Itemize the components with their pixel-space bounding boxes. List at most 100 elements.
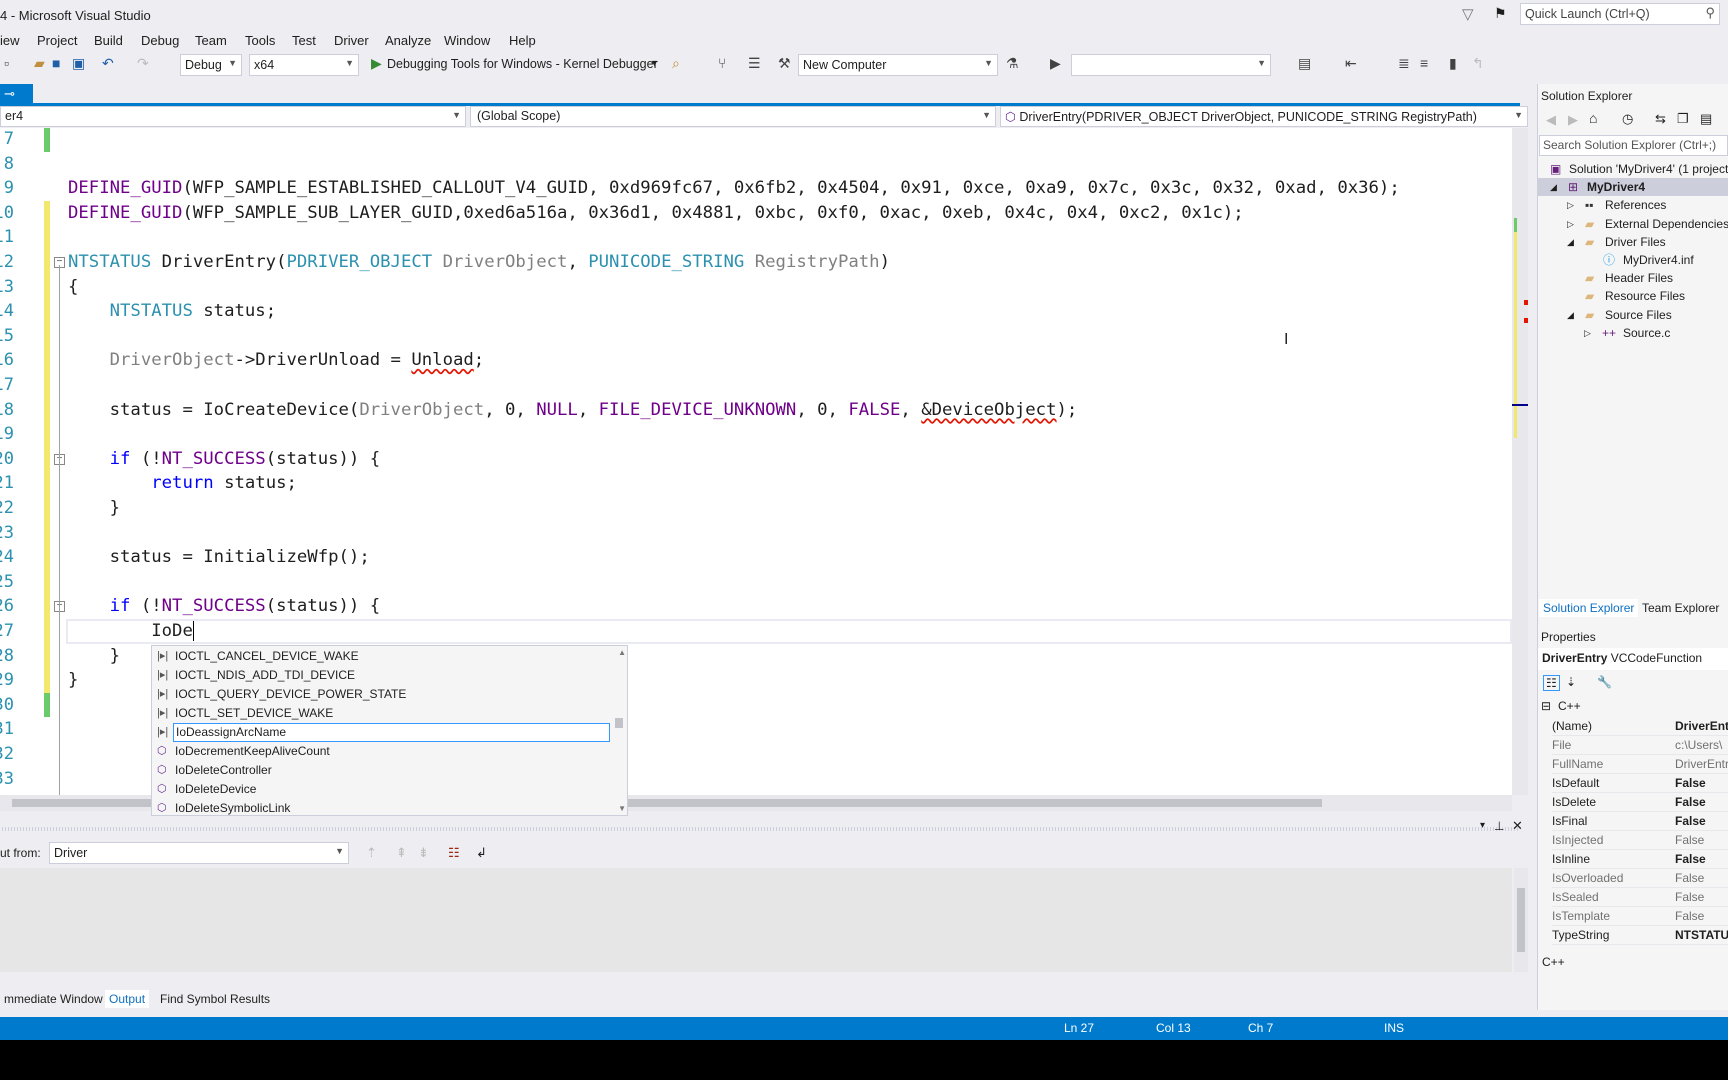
menu-item[interactable]: Team xyxy=(195,33,227,48)
new-project-icon[interactable]: ▫ xyxy=(4,55,9,71)
code-line[interactable]: IoDe xyxy=(68,619,194,644)
redo-icon[interactable]: ↷ xyxy=(137,55,149,72)
alphabetical-icon[interactable]: ⇣ xyxy=(1566,675,1576,689)
chevron-down-icon[interactable]: ▼ xyxy=(650,58,659,68)
menu-item[interactable]: Tools xyxy=(245,33,275,48)
property-row[interactable]: IsSealed False xyxy=(1552,888,1728,907)
property-row[interactable]: IsDefault False xyxy=(1552,774,1728,793)
next-message-icon[interactable]: ⇟ xyxy=(418,845,429,861)
undo-icon[interactable]: ↶ xyxy=(102,55,114,72)
menu-item[interactable]: Test xyxy=(292,33,316,48)
chevron-down-icon[interactable]: ▾ xyxy=(1480,820,1485,831)
property-pages-icon[interactable]: 🔧 xyxy=(1597,675,1612,689)
collapse-icon[interactable]: ◢ xyxy=(1567,306,1574,324)
tree-item[interactable]: Source.c xyxy=(1623,324,1670,342)
pin-icon[interactable]: ⊸ xyxy=(4,86,15,101)
property-row[interactable]: IsInjected False xyxy=(1552,831,1728,850)
close-icon[interactable]: ✕ xyxy=(1512,818,1523,834)
collapse-icon[interactable]: ◢ xyxy=(1567,233,1574,251)
completion-item[interactable]: |▸| IoDeassignArcName xyxy=(152,723,612,742)
tools-icon[interactable]: ⚒ xyxy=(778,55,791,72)
expand-icon[interactable]: ▷ xyxy=(1584,324,1591,342)
completion-item[interactable]: |▸| IOCTL_CANCEL_DEVICE_WAKE xyxy=(152,647,612,666)
document-tab[interactable]: ⊸ ✕ xyxy=(0,84,33,117)
bottom-tab[interactable]: mmediate Window xyxy=(0,990,107,1008)
tree-item[interactable]: References xyxy=(1605,196,1666,214)
menu-item[interactable]: Debug xyxy=(141,33,179,48)
bottom-tab[interactable]: Output xyxy=(105,990,150,1008)
completion-item[interactable]: ⬡ IoDeleteSymbolicLink xyxy=(152,799,612,818)
panel-tab[interactable]: Solution Explorer xyxy=(1539,599,1639,617)
completion-item[interactable]: ⬡ IoDeleteDevice xyxy=(152,780,612,799)
tree-item[interactable]: Solution 'MyDriver4' (1 project) xyxy=(1569,160,1728,178)
collapse-icon[interactable]: ◢ xyxy=(1550,178,1557,196)
configuration-select[interactable]: Debug ▼ xyxy=(180,54,242,76)
popup-scroll-thumb[interactable] xyxy=(615,718,623,728)
code-line[interactable]: NTSTATUS status; xyxy=(68,299,276,324)
save-icon[interactable]: ■ xyxy=(52,55,60,71)
sync-icon[interactable]: ⇆ xyxy=(1655,111,1666,127)
output-source-select[interactable]: Driver ▼ xyxy=(49,842,349,864)
code-line[interactable]: DriverObject->DriverUnload = Unload; xyxy=(68,348,485,373)
scope-nav-select[interactable]: (Global Scope) ▼ xyxy=(470,106,996,127)
expand-icon[interactable]: ▷ xyxy=(1567,215,1574,233)
menu-item[interactable]: Window xyxy=(444,33,490,48)
empty-select[interactable]: ▼ xyxy=(1071,54,1271,76)
menu-item[interactable]: Project xyxy=(37,33,77,48)
panel-tab[interactable]: Team Explorer xyxy=(1638,599,1723,617)
code-line[interactable]: } xyxy=(68,644,120,669)
uncomment-icon[interactable]: ≡ xyxy=(1420,55,1428,71)
tree-item[interactable]: Source Files xyxy=(1605,306,1672,324)
run-icon[interactable]: ▶ xyxy=(1050,55,1061,72)
output-scroll-thumb[interactable] xyxy=(1517,888,1525,952)
list-icon[interactable]: ☰ xyxy=(748,55,761,72)
completion-item[interactable]: |▸| IOCTL_QUERY_DEVICE_POWER_STATE xyxy=(152,685,612,704)
property-row[interactable]: TypeString NTSTATUS xyxy=(1552,926,1728,945)
menu-item[interactable]: iew xyxy=(0,33,20,48)
goto-message-icon[interactable]: ⇡ xyxy=(366,845,377,861)
completion-item[interactable]: ⬡ IoDecrementKeepAliveCount xyxy=(152,742,612,761)
filter-icon[interactable]: ▽ xyxy=(1462,5,1474,23)
property-row[interactable]: (Name) DriverEntry xyxy=(1552,717,1728,736)
completion-item[interactable]: |▸| IOCTL_NDIS_ADD_TDI_DEVICE xyxy=(152,666,612,685)
menu-item[interactable]: Help xyxy=(509,33,536,48)
code-line[interactable]: status = IoCreateDevice(DriverObject, 0,… xyxy=(68,398,1078,423)
project-nav-select[interactable]: er4 ▼ xyxy=(0,106,466,127)
code-line[interactable]: NTSTATUS DriverEntry(PDRIVER_OBJECT Driv… xyxy=(68,250,890,275)
completion-item[interactable]: ⬡ IoDeleteController xyxy=(152,761,612,780)
property-row[interactable]: IsTemplate False xyxy=(1552,907,1728,926)
comment-icon[interactable]: ≣ xyxy=(1398,55,1410,72)
property-row[interactable]: FullName DriverEntry xyxy=(1552,755,1728,774)
code-line[interactable]: if (!NT_SUCCESS(status)) { xyxy=(68,447,381,472)
forward-icon[interactable]: ▶ xyxy=(1568,112,1578,128)
find-icon[interactable]: ⌕ xyxy=(672,55,680,72)
clear-all-icon[interactable]: ☷ xyxy=(448,845,460,861)
show-all-files-icon[interactable]: ▤ xyxy=(1700,111,1712,127)
property-row[interactable]: IsInline False xyxy=(1552,850,1728,869)
pending-changes-icon[interactable]: ◷ xyxy=(1622,111,1633,127)
open-icon[interactable]: ▰ xyxy=(34,55,45,72)
start-debug-icon[interactable]: ▶ xyxy=(371,55,382,72)
tree-item[interactable]: Driver Files xyxy=(1605,233,1666,251)
bookmark-icon[interactable]: ▮ xyxy=(1449,55,1457,72)
platform-select[interactable]: x64 ▼ xyxy=(249,54,359,76)
menu-item[interactable]: Analyze xyxy=(385,33,431,48)
word-wrap-icon[interactable]: ↲ xyxy=(476,845,487,861)
tree-item[interactable]: External Dependencies xyxy=(1605,215,1728,233)
intellisense-popup[interactable]: ▲ ▼ |▸| IOCTL_CANCEL_DEVICE_WAKE |▸| IOCTL_… xyxy=(151,645,628,816)
outdent-icon[interactable]: ⇤ xyxy=(1345,55,1357,72)
categorized-icon[interactable]: ☷ xyxy=(1543,675,1560,691)
menu-item[interactable]: Build xyxy=(94,33,123,48)
output-text-area[interactable] xyxy=(0,868,1512,972)
scroll-down-icon[interactable]: ▼ xyxy=(618,804,626,813)
solution-config-icon[interactable]: ▤ xyxy=(1298,55,1311,72)
member-nav-select[interactable]: ⬡ DriverEntry(PDRIVER_OBJECT DriverObjec… xyxy=(1000,106,1528,127)
collapse-category-icon[interactable]: ⊟ xyxy=(1541,699,1551,713)
property-row[interactable]: IsFinal False xyxy=(1552,812,1728,831)
property-row[interactable]: IsDelete False xyxy=(1552,793,1728,812)
completion-item[interactable]: |▸| IOCTL_SET_DEVICE_WAKE xyxy=(152,704,612,723)
property-row[interactable]: File c:\Users\ xyxy=(1552,736,1728,755)
expand-icon[interactable]: ▷ xyxy=(1567,196,1574,214)
home-icon[interactable]: ⌂ xyxy=(1589,110,1597,126)
property-row[interactable]: IsOverloaded False xyxy=(1552,869,1728,888)
